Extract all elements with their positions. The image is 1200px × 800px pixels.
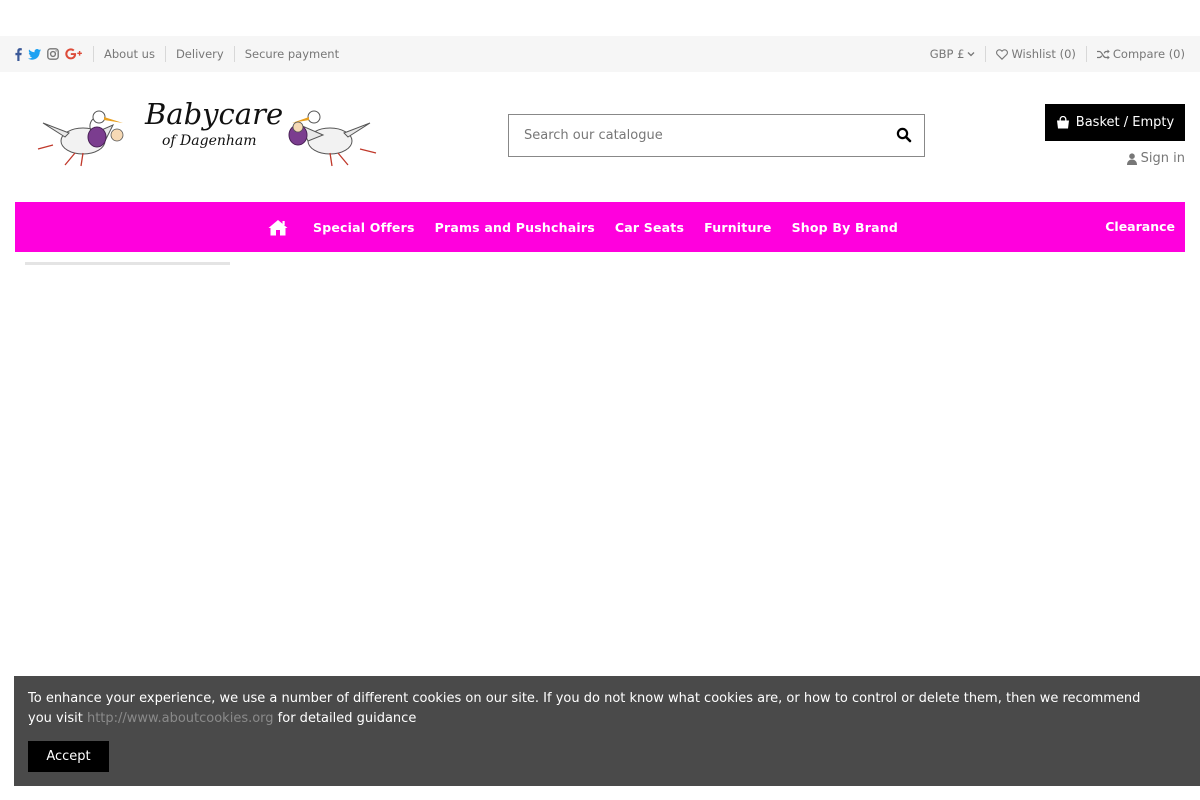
compare-link[interactable]: Compare (0) <box>1087 46 1185 62</box>
social-links <box>15 46 94 62</box>
cookie-banner: To enhance your experience, we use a num… <box>14 676 1200 786</box>
top-bar-right: GBP £ Wishlist (0) Compare (0) <box>920 36 1185 72</box>
accept-cookies-button[interactable]: Accept <box>28 741 109 772</box>
nav-item-prams-and-pushchairs[interactable]: Prams and Pushchairs <box>425 220 605 235</box>
nav-home[interactable] <box>263 202 293 252</box>
nav-items: Special Offers Prams and Pushchairs Car … <box>263 202 908 252</box>
logo-title: Babycare <box>145 97 284 131</box>
cookie-message-suffix: for detailed guidance <box>273 711 417 726</box>
search-input[interactable] <box>509 115 879 156</box>
wishlist-link[interactable]: Wishlist (0) <box>986 46 1087 62</box>
wishlist-label: Wishlist (0) <box>1011 47 1076 61</box>
nav-item-clearance[interactable]: Clearance <box>1095 202 1185 252</box>
secure-payment-link[interactable]: Secure payment <box>235 46 349 62</box>
about-us-link[interactable]: About us <box>94 46 166 62</box>
delivery-link[interactable]: Delivery <box>166 46 235 62</box>
shuffle-icon <box>1096 49 1110 59</box>
nav-item-special-offers[interactable]: Special Offers <box>303 220 425 235</box>
shopping-bag-icon <box>1056 116 1069 129</box>
sign-in-link[interactable]: Sign in <box>1126 151 1185 166</box>
logo-subtitle: of Dagenham <box>162 133 257 149</box>
store-logo[interactable]: Babycare of Dagenham <box>35 95 380 170</box>
nav-item-car-seats[interactable]: Car Seats <box>605 220 694 235</box>
search-button[interactable] <box>896 127 914 145</box>
stork-left-icon <box>37 110 124 167</box>
heart-icon <box>996 48 1009 60</box>
basket-label: Basket / Empty <box>1075 115 1175 130</box>
nav-item-shop-by-brand[interactable]: Shop By Brand <box>782 220 908 235</box>
facebook-icon[interactable] <box>15 47 22 61</box>
currency-selector[interactable]: GBP £ <box>920 46 987 62</box>
google-plus-icon[interactable] <box>65 48 83 60</box>
instagram-icon[interactable] <box>47 48 59 60</box>
top-bar: About us Delivery Secure payment GBP £ W… <box>0 36 1200 72</box>
stork-right-icon <box>288 110 377 167</box>
loading-bar <box>25 262 230 265</box>
cookie-message: To enhance your experience, we use a num… <box>28 689 1168 729</box>
compare-label: Compare (0) <box>1112 47 1185 61</box>
chevron-down-icon <box>967 52 975 57</box>
cookie-info-link[interactable]: http://www.aboutcookies.org <box>87 711 274 726</box>
basket-button[interactable]: Basket / Empty <box>1045 104 1185 141</box>
home-icon <box>268 219 288 235</box>
user-icon <box>1126 152 1137 165</box>
main-navigation: Special Offers Prams and Pushchairs Car … <box>15 202 1185 252</box>
nav-item-furniture[interactable]: Furniture <box>694 220 781 235</box>
currency-label: GBP £ <box>929 47 965 61</box>
sign-in-label: Sign in <box>1140 151 1185 166</box>
search-bar <box>508 114 925 157</box>
twitter-icon[interactable] <box>28 48 41 60</box>
search-icon <box>896 127 912 143</box>
top-bar-left: About us Delivery Secure payment <box>15 36 349 72</box>
